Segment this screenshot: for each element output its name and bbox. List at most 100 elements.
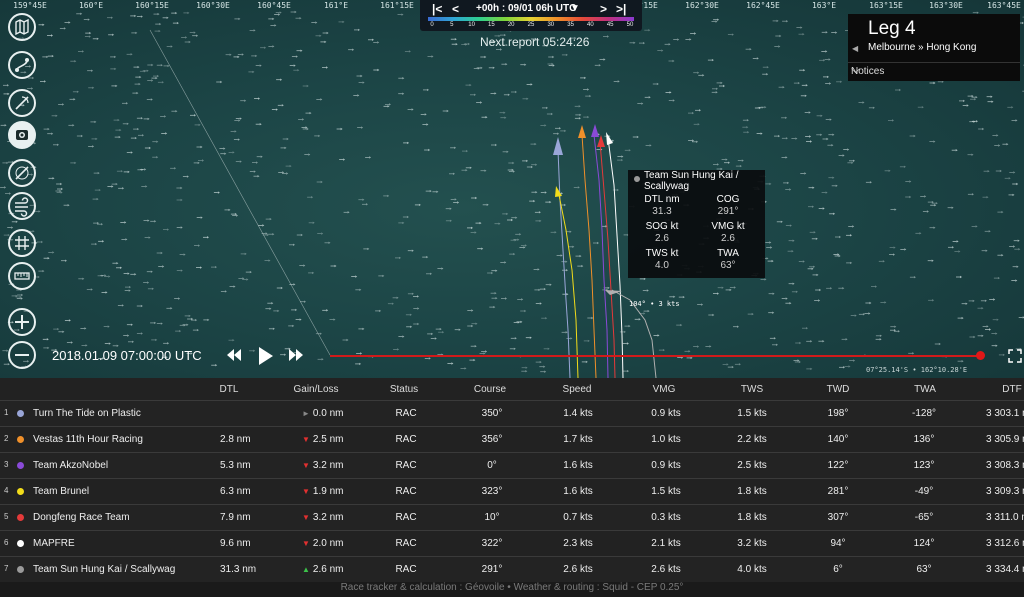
gain-loss-cell: ▼ 2.0 nm	[302, 538, 344, 549]
leg-route: Melbourne » Hong Kong	[868, 42, 977, 53]
wind-scale-label: 30	[547, 22, 555, 28]
step-forward-button[interactable]: >	[600, 2, 607, 16]
dtl-cell: 9.6 nm	[220, 538, 251, 549]
team-color-dot	[634, 176, 640, 182]
column-header[interactable]: DTF	[1002, 384, 1021, 395]
column-header[interactable]: Speed	[563, 384, 592, 395]
speed-cell: 1.7 kts	[563, 434, 593, 445]
boat-mapfre[interactable]	[606, 132, 613, 145]
navigation-icon[interactable]	[8, 159, 36, 187]
team-color-dot	[17, 540, 24, 547]
credits-footer: Race tracker & calculation : Géovoile • …	[0, 582, 1024, 597]
speed-cell: 2.6 kts	[563, 564, 593, 575]
rank-number: 3	[4, 460, 9, 469]
boat-brunel[interactable]	[555, 186, 562, 197]
rank-number: 2	[4, 434, 9, 443]
column-header[interactable]: Status	[390, 384, 418, 395]
team-name: Team Brunel	[33, 486, 90, 497]
gain-loss-cell: ▼ 1.9 nm	[302, 486, 344, 497]
boat-akzonobel[interactable]	[591, 124, 599, 137]
twa-cell: -49°	[914, 486, 934, 497]
table-row[interactable]: 2 Vestas 11th Hour Racing 2.8 nm ▼ 2.5 nm RAC…	[0, 426, 1024, 452]
loss-down-icon: ▼	[302, 513, 310, 522]
leg-panel: ◀ Leg 4 Melbourne » Hong Kong	[848, 14, 1020, 62]
table-row[interactable]: 1 Turn The Tide on Plastic ► 0.0 nm RAC 350° 1…	[0, 400, 1024, 426]
race-map[interactable]: 159°45E 160°E 160°15E 160°30E 160°45E 161°E 16…	[0, 0, 1024, 378]
dtl-cell: 31.3 nm	[220, 564, 257, 575]
status-cell: RAC	[395, 538, 417, 549]
skip-to-start-button[interactable]: |<	[432, 2, 442, 16]
grid-icon[interactable]	[8, 229, 36, 257]
zoom-in-icon[interactable]	[8, 308, 36, 336]
team-color-dot	[17, 566, 24, 573]
wind-scale-label: 0	[430, 22, 434, 28]
column-header[interactable]: DTL	[220, 384, 239, 395]
wind-icon[interactable]	[8, 192, 36, 220]
popup-label: TWA	[717, 248, 739, 259]
compass-icon[interactable]	[8, 89, 36, 117]
table-row[interactable]: 3 Team AkzoNobel 5.3 nm ▼ 3.2 nm RAC 0° 1.6 kts…	[0, 452, 1024, 478]
play-icon[interactable]	[257, 346, 275, 366]
twa-cell: 136°	[913, 434, 935, 445]
table-row[interactable]: 6 MAPFRE 9.6 nm ▼ 2.0 nm RAC 322° 2.3 kts 2.1 kt…	[0, 530, 1024, 556]
route-icon[interactable]	[8, 51, 36, 79]
camera-icon[interactable]	[8, 121, 36, 149]
ruler-icon[interactable]	[8, 262, 36, 290]
gain-loss-value: 3.2 nm	[312, 460, 344, 471]
twa-cell: 124°	[913, 538, 935, 549]
vmg-cell: 0.3 kts	[651, 512, 681, 523]
timeline-handle[interactable]	[976, 351, 985, 360]
column-header[interactable]: Course	[474, 384, 506, 395]
chevron-left-icon[interactable]: ◀	[852, 44, 858, 53]
team-color-dot	[17, 410, 24, 417]
course-cell: 291°	[481, 564, 503, 575]
step-back-button[interactable]: <	[452, 2, 459, 16]
wind-scale-label: 35	[567, 22, 574, 28]
map-icon[interactable]	[8, 13, 36, 41]
boat-turn-the-tide[interactable]	[553, 137, 563, 155]
course-cell: 0°	[487, 460, 497, 471]
boat-vestas[interactable]	[578, 125, 586, 138]
zoom-out-icon[interactable]	[8, 341, 36, 369]
longitude-label: 163°E	[811, 1, 837, 10]
team-color-dot	[17, 488, 24, 495]
track-mapfre	[607, 137, 624, 378]
column-header[interactable]: TWS	[741, 384, 763, 395]
skip-to-end-button[interactable]: >|	[616, 2, 626, 16]
column-header[interactable]: VMG	[653, 384, 676, 395]
tws-cell: 1.8 kts	[737, 512, 767, 523]
popup-value: 4.0	[655, 260, 669, 271]
column-header[interactable]: Gain/Loss	[293, 384, 338, 395]
table-row[interactable]: 7 Team Sun Hung Kai / Scallywag 31.3 nm ▲ 2.…	[0, 556, 1024, 582]
vmg-cell: 0.9 kts	[651, 460, 681, 471]
vmg-cell: 2.1 kts	[651, 538, 681, 549]
gain-loss-cell: ▼ 3.2 nm	[302, 460, 344, 471]
popup-label: DTL nm	[644, 194, 680, 205]
longitude-label: 160°15E	[135, 1, 169, 10]
playback-timeline[interactable]	[330, 355, 980, 357]
table-row[interactable]: 5 Dongfeng Race Team 7.9 nm ▼ 3.2 nm RAC 10° 0.…	[0, 504, 1024, 530]
rewind-icon[interactable]	[226, 346, 242, 364]
twd-cell: 198°	[827, 408, 849, 419]
speed-cell: 1.4 kts	[563, 408, 593, 419]
longitude-label: 159°45E	[13, 1, 47, 10]
gain-loss-value: 0.0 nm	[312, 408, 344, 419]
table-row[interactable]: 4 Team Brunel 6.3 nm ▼ 1.9 nm RAC 323° 1.6 kts 1…	[0, 478, 1024, 504]
longitude-label: 160°E	[78, 1, 104, 10]
cursor-coordinates: 07°25.14'S • 162°10.28'E	[866, 366, 968, 374]
chevron-down-icon[interactable]: ▼	[570, 3, 580, 14]
fullscreen-icon[interactable]	[1008, 349, 1022, 363]
gain-loss-value: 2.6 nm	[312, 564, 344, 575]
tws-cell: 1.5 kts	[737, 408, 767, 419]
tws-cell: 2.2 kts	[737, 434, 767, 445]
column-header[interactable]: TWD	[827, 384, 850, 395]
dtl-cell: 6.3 nm	[220, 486, 251, 497]
loss-down-icon: ▼	[302, 461, 310, 470]
course-cell: 10°	[484, 512, 500, 523]
team-name: MAPFRE	[33, 538, 75, 549]
column-header[interactable]: TWA	[914, 384, 936, 395]
dtf-cell: 3 308.3 n	[986, 460, 1024, 471]
notices-dropdown[interactable]: Notices ⌵	[848, 62, 1020, 81]
fast-forward-icon[interactable]	[288, 346, 304, 364]
rank-number: 1	[4, 408, 9, 417]
